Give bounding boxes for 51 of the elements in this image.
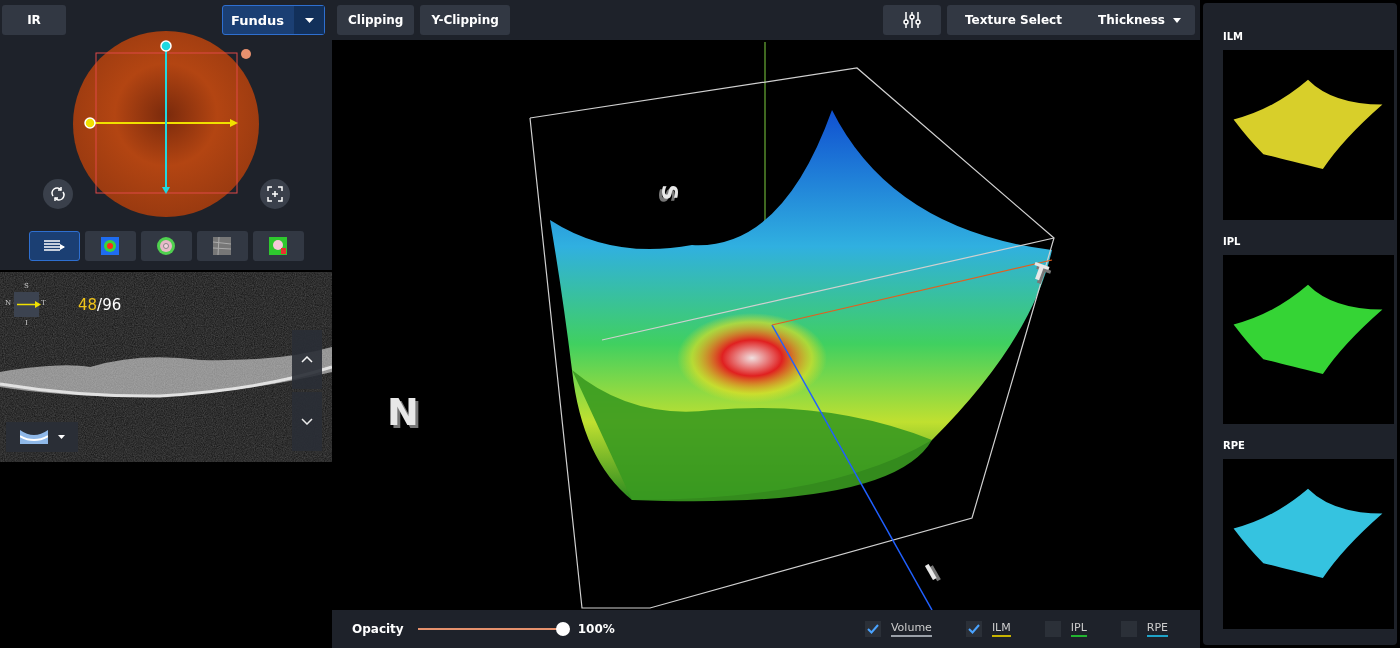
retina-layers-icon: [19, 430, 48, 444]
sector-map-icon: [156, 236, 176, 256]
preview-title: ILM: [1223, 31, 1245, 42]
deviation-map-icon: [269, 237, 287, 255]
axis-letter: S: [657, 184, 683, 201]
preview-title: RPE: [1223, 440, 1246, 452]
check-icon: [967, 624, 980, 634]
layer-checkbox[interactable]: [864, 621, 881, 637]
view-mode-button[interactable]: [140, 231, 192, 261]
opacity-value: 100%: [577, 622, 615, 636]
horizontal-scan-arrow[interactable]: [84, 117, 238, 129]
texture-map-icon: [213, 237, 231, 255]
sliders-icon: [903, 11, 921, 29]
clipping-button[interactable]: Y-Clipping: [420, 5, 510, 35]
view-mode-button[interactable]: [252, 231, 304, 261]
layer-label: ILM: [991, 621, 1011, 637]
texture-select-dropdown[interactable]: Texture Select Thickness: [947, 5, 1195, 35]
check-icon: [866, 624, 879, 634]
rotate-icon: [50, 186, 66, 202]
fit-view-button[interactable]: [260, 179, 290, 209]
ir-button[interactable]: IR: [2, 5, 66, 35]
slice-counter: 48/96: [78, 296, 122, 314]
caret-icon: [1173, 17, 1181, 23]
opacity-label: Opacity: [352, 622, 404, 636]
axis-letter: I: [921, 559, 941, 586]
preview-title: IPL: [1223, 235, 1242, 247]
handle-dot[interactable]: [241, 49, 251, 59]
thickness-map-icon: [101, 237, 119, 255]
lines-arrow-icon: [42, 239, 66, 253]
slider-thumb[interactable]: [555, 622, 570, 636]
layer-label: RPE: [1146, 621, 1168, 637]
caret-icon: [304, 17, 314, 23]
view-mode-button[interactable]: [196, 231, 248, 261]
view-mode-button[interactable]: [28, 231, 80, 261]
axis-letter: N: [387, 390, 419, 434]
arrow-icon: [17, 301, 41, 308]
rotate-button[interactable]: [43, 179, 73, 209]
axis-letter: T: [1028, 258, 1051, 287]
vertical-scan-arrow[interactable]: [160, 40, 172, 194]
layer-label: Volume: [890, 621, 932, 637]
expand-frame-icon: [267, 186, 283, 202]
view-mode-button[interactable]: [84, 231, 136, 261]
image-dropdown[interactable]: Fundus: [221, 5, 325, 35]
caret-icon: [57, 435, 65, 439]
layer-checkbox[interactable]: [965, 621, 982, 637]
clipping-button[interactable]: Clipping: [337, 5, 415, 35]
layer-dropdown[interactable]: [6, 422, 78, 452]
layer-label: IPL: [1070, 621, 1087, 637]
chevron-down-icon: [301, 418, 313, 425]
chevron-up-icon: [301, 356, 313, 363]
adjust-button[interactable]: [883, 5, 941, 35]
